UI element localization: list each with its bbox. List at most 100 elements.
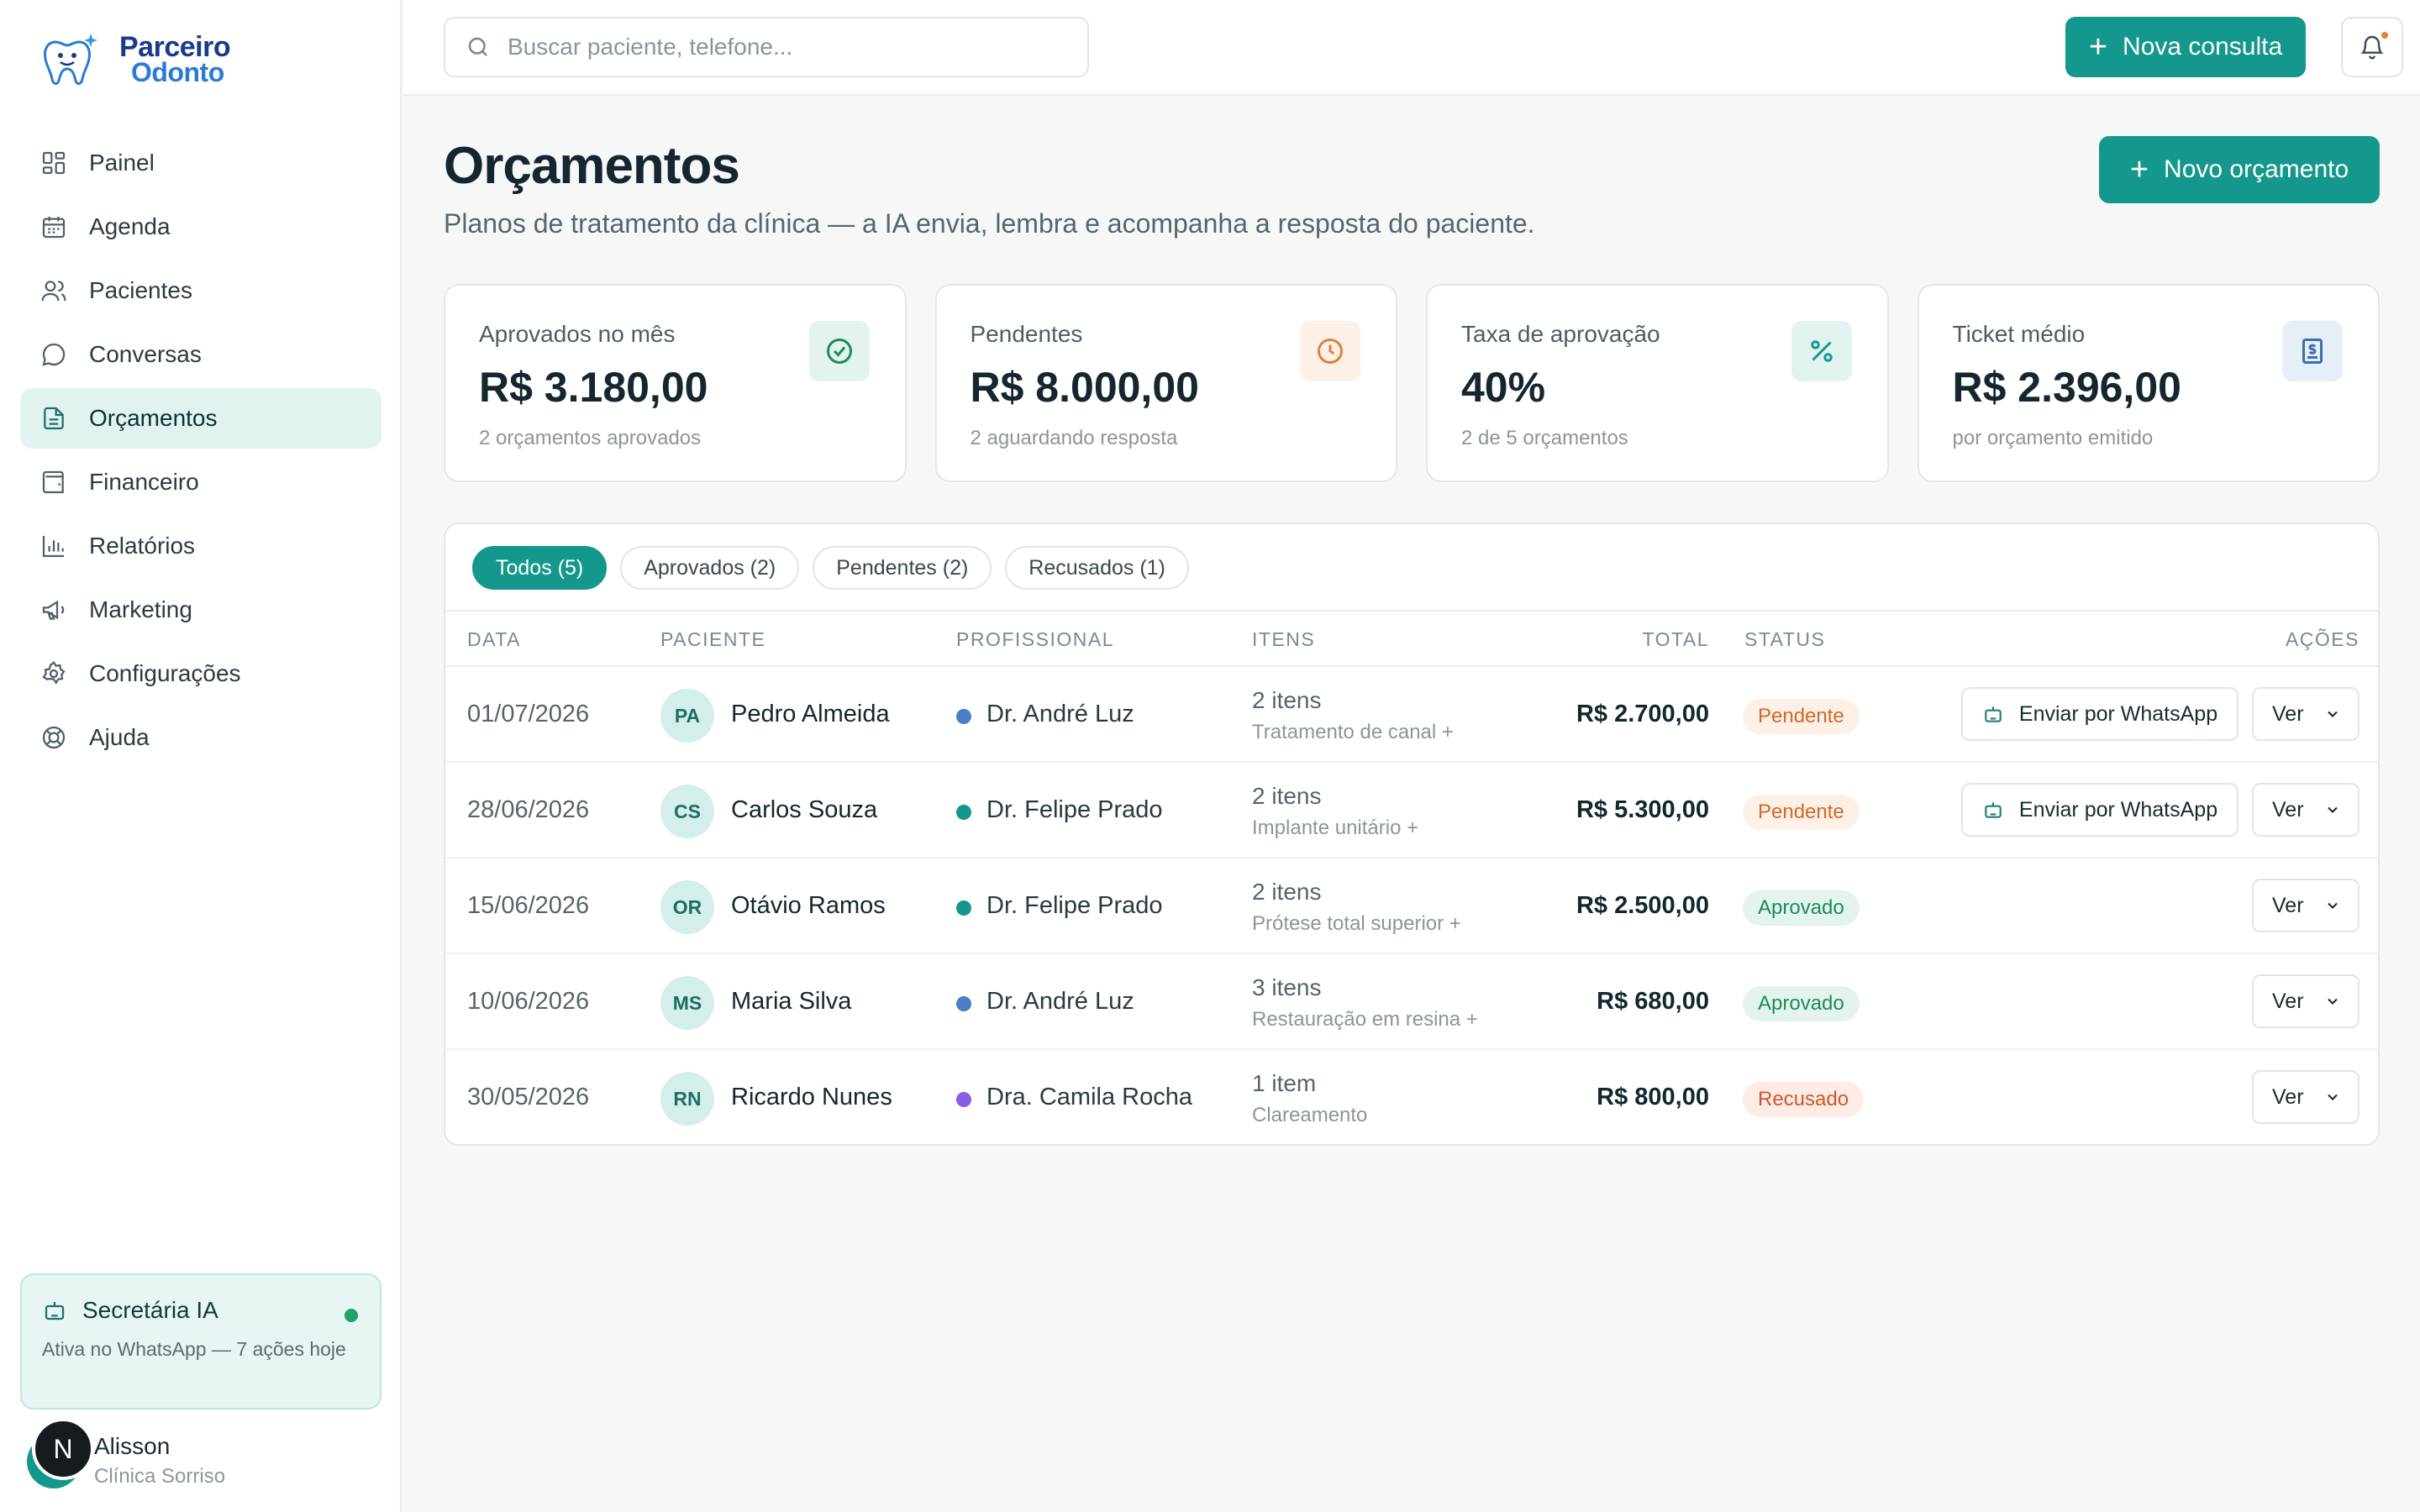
view-dropdown-button[interactable]: Ver [2252,879,2360,932]
row-total: R$ 5.300,00 [1576,796,1709,823]
grid-icon [40,150,67,176]
col-header-actions: AÇÕES [2285,628,2360,650]
stat-note: 2 de 5 orçamentos [1461,427,1628,449]
table-row[interactable]: 28/06/2026 CS Carlos Souza Dr. Felipe Pr… [445,763,2378,858]
search-icon [466,34,491,60]
new-appointment-button[interactable]: + Nova consulta [2065,17,2306,77]
filter-chip-all[interactable]: Todos (5) [472,546,608,590]
view-dropdown-button[interactable]: Ver [2252,1070,2360,1124]
row-patient[interactable]: Pedro Almeida [731,701,890,728]
row-date: 01/07/2026 [467,701,590,727]
patient-avatar: RN [660,1072,714,1126]
search-input[interactable] [508,34,1079,60]
table-row[interactable]: 30/05/2026 RN Ricardo Nunes Dra. Camila … [445,1050,2378,1144]
patient-avatar: MS [660,976,714,1030]
view-label: Ver [2272,893,2304,917]
sidebar-item-label: Pacientes [89,277,192,303]
stat-card-pending: Pendentes R$ 8.000,00 2 aguardando respo… [934,284,1397,482]
sidebar: Parceiro Odonto Painel Agenda Pacientes … [0,0,402,1512]
view-dropdown-button[interactable]: Ver [2252,783,2360,837]
calendar-icon [40,213,67,240]
page-subtitle: Planos de tratamento da clínica — a IA e… [444,208,1535,239]
sidebar-item-label: Configurações [89,660,241,686]
row-total: R$ 800,00 [1597,1084,1709,1110]
stat-note: 2 aguardando resposta [970,427,1178,449]
chevron-down-icon [2324,993,2341,1010]
user-name: Alisson [94,1433,171,1459]
row-patient[interactable]: Maria Silva [731,988,851,1016]
table-row[interactable]: 15/06/2026 OR Otávio Ramos Dr. Felipe Pr… [445,858,2378,954]
status-badge: Aprovado [1743,890,1860,926]
row-total: R$ 680,00 [1597,988,1709,1015]
sidebar-item-painel[interactable]: Painel [20,133,381,193]
status-badge: Pendente [1743,699,1860,734]
robot-icon [42,1298,67,1323]
gear-icon [40,660,67,687]
new-appointment-label: Nova consulta [2123,33,2283,60]
professional-color-dot [956,805,971,820]
professional-color-dot [956,1092,971,1107]
row-items-detail: Restauração em resina + [1252,1008,1478,1031]
sidebar-item-agenda[interactable]: Agenda [20,197,381,257]
plus-icon: + [2129,152,2149,187]
chevron-down-icon [2324,706,2341,722]
row-professional: Dr. André Luz [986,701,1134,727]
sidebar-item-relatorios[interactable]: Relatórios [20,516,381,576]
budgets-table-card: Todos (5) Aprovados (2) Pendentes (2) Re… [444,522,2380,1146]
send-whatsapp-button[interactable]: Enviar por WhatsApp [1961,783,2238,837]
row-items-detail: Tratamento de canal + [1252,721,1454,743]
search-box[interactable] [444,17,1089,77]
user-clinic: Clínica Sorriso [94,1465,226,1488]
row-patient[interactable]: Ricardo Nunes [731,1084,892,1111]
row-professional: Dr. Felipe Prado [986,796,1163,823]
sidebar-item-label: Relatórios [89,533,196,559]
patient-avatar: OR [660,880,714,934]
send-whatsapp-button[interactable]: Enviar por WhatsApp [1961,687,2238,741]
filter-chip-refused[interactable]: Recusados (1) [1005,546,1189,590]
view-dropdown-button[interactable]: Ver [2252,974,2360,1028]
sidebar-item-orcamentos[interactable]: Orçamentos [20,388,381,449]
filter-chip-pending[interactable]: Pendentes (2) [813,546,992,590]
sidebar-item-ajuda[interactable]: Ajuda [20,707,381,768]
receipt-icon [2282,321,2343,381]
view-label: Ver [2272,989,2304,1013]
professional-color-dot [956,996,971,1011]
row-patient[interactable]: Otávio Ramos [731,892,886,920]
row-date: 30/05/2026 [467,1084,590,1110]
col-header-date: DATA [467,628,521,650]
table-row[interactable]: 10/06/2026 MS Maria Silva Dr. André Luz … [445,954,2378,1050]
row-patient[interactable]: Carlos Souza [731,796,877,824]
table-header: DATA PACIENTE PROFISSIONAL ITENS TOTAL S… [445,610,2378,667]
row-items-detail: Prótese total superior + [1252,912,1461,935]
table-row[interactable]: 01/07/2026 PA Pedro Almeida Dr. André Lu… [445,667,2378,763]
robot-icon [1982,703,2004,725]
logo[interactable]: Parceiro Odonto [40,29,231,91]
view-label: Ver [2272,701,2304,726]
stats-row: Aprovados no mês R$ 3.180,00 2 orçamento… [444,284,2380,482]
ai-status-dot [345,1309,358,1322]
new-budget-button[interactable]: + Novo orçamento [2099,136,2380,203]
row-items-detail: Clareamento [1252,1104,1368,1126]
ai-secretary-card[interactable]: Secretária IA Ativa no WhatsApp — 7 açõe… [20,1273,381,1410]
user-profile[interactable]: N Alisson Clínica Sorriso [24,1415,385,1499]
col-header-status: STATUS [1744,628,1826,650]
status-badge: Aprovado [1743,986,1860,1021]
view-dropdown-button[interactable]: Ver [2252,687,2360,741]
sidebar-item-configuracoes[interactable]: Configurações [20,643,381,704]
sidebar-item-financeiro[interactable]: Financeiro [20,452,381,512]
notifications-button[interactable] [2341,17,2403,77]
status-badge: Recusado [1743,1082,1865,1117]
robot-icon [1982,799,2004,821]
row-total: R$ 2.500,00 [1576,892,1709,919]
ai-card-subtitle: Ativa no WhatsApp — 7 ações hoje [42,1338,346,1360]
sidebar-item-conversas[interactable]: Conversas [20,324,381,385]
filter-chip-approved[interactable]: Aprovados (2) [620,546,800,590]
sidebar-item-label: Orçamentos [89,405,218,431]
sidebar-item-marketing[interactable]: Marketing [20,580,381,640]
patient-avatar: PA [660,689,714,743]
col-header-professional: PROFISSIONAL [956,628,1114,650]
users-icon [40,277,67,304]
sidebar-item-pacientes[interactable]: Pacientes [20,260,381,321]
sidebar-item-label: Marketing [89,596,192,622]
row-items-count: 2 itens [1252,687,1322,713]
